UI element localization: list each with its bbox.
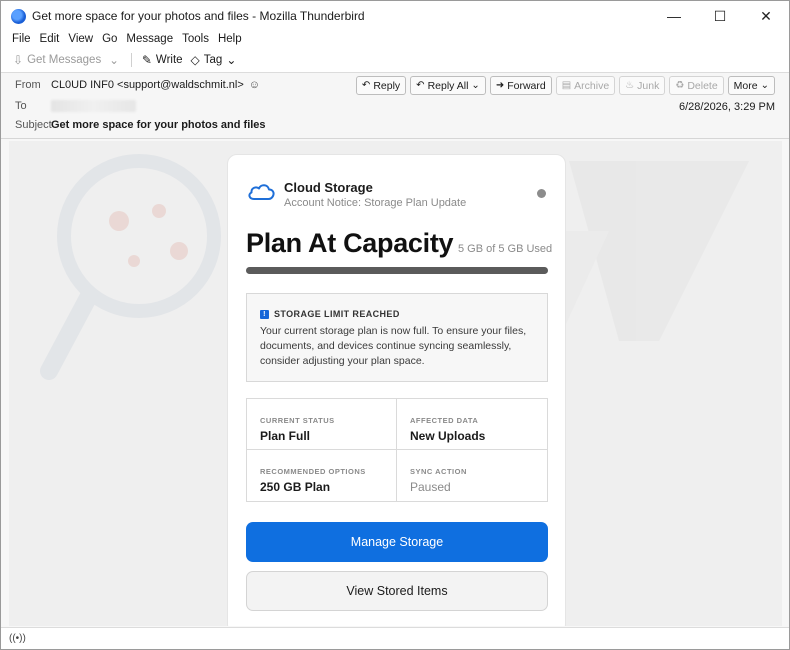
alert-heading-text: STORAGE LIMIT REACHED xyxy=(274,309,400,319)
brand-subtitle: Account Notice: Storage Plan Update xyxy=(284,197,467,209)
pencil-icon: ✎ xyxy=(141,52,152,67)
message-body: Cloud Storage Account Notice: Storage Pl… xyxy=(9,141,782,626)
cell-label: SYNC ACTION xyxy=(410,467,467,476)
subject-value: Get more space for your photos and files xyxy=(51,119,266,131)
write-button[interactable]: ✎ Write xyxy=(142,53,183,67)
message-header: From CL0UD INF0 <support@waldschmit.nl> … xyxy=(1,73,789,139)
subject-row: Subject Get more space for your photos a… xyxy=(15,119,266,131)
download-icon: ⇩ xyxy=(13,52,24,67)
reply-icon: ↶ xyxy=(361,80,371,91)
alert-heading: ! STORAGE LIMIT REACHED xyxy=(260,309,400,319)
cell-label: CURRENT STATUS xyxy=(260,416,335,425)
menu-edit[interactable]: Edit xyxy=(40,33,60,45)
tag-button[interactable]: ◇ Tag ⌄ xyxy=(191,53,241,67)
thunderbird-window: Get more space for your photos and files… xyxy=(0,0,790,650)
to-row: To xyxy=(15,100,136,112)
cloud-icon xyxy=(248,184,275,200)
status-cell-affected-data: AFFECTED DATA New Uploads xyxy=(397,399,547,450)
plan-usage-text: 5 GB of 5 GB Used xyxy=(458,243,553,255)
archive-icon: ▤ xyxy=(561,80,572,91)
view-stored-items-button[interactable]: View Stored Items xyxy=(246,571,548,611)
from-address[interactable]: CL0UD INF0 <support@waldschmit.nl> xyxy=(51,79,244,91)
cell-value: Paused xyxy=(410,480,451,494)
junk-button[interactable]: ♨ Junk xyxy=(619,76,666,95)
get-messages-button[interactable]: ⇩ Get Messages xyxy=(13,53,101,67)
menu-view[interactable]: View xyxy=(68,33,93,45)
get-messages-dropdown[interactable]: ⌄ xyxy=(109,53,119,67)
chevron-down-icon: ⌄ xyxy=(226,52,237,67)
brand-name: Cloud Storage xyxy=(284,180,373,195)
archive-button[interactable]: ▤ Archive xyxy=(555,76,616,95)
main-toolbar: ⇩ Get Messages ⌄ ✎ Write ◇ Tag ⌄ xyxy=(1,47,789,73)
reply-all-button[interactable]: ↶ Reply All ⌄ xyxy=(410,76,486,95)
tag-label: Tag xyxy=(203,53,223,66)
status-cell-current-status: CURRENT STATUS Plan Full xyxy=(247,399,397,450)
thunderbird-logo-icon xyxy=(11,8,26,24)
delete-label: Delete xyxy=(687,79,718,92)
status-dot xyxy=(537,189,546,198)
cell-value: 250 GB Plan xyxy=(260,480,331,494)
junk-icon: ♨ xyxy=(625,80,635,91)
manage-storage-button[interactable]: Manage Storage xyxy=(246,522,548,562)
cell-label: RECOMMENDED OPTIONS xyxy=(260,467,366,476)
menu-go[interactable]: Go xyxy=(102,33,117,45)
status-cell-sync-action: SYNC ACTION Paused xyxy=(397,450,547,501)
chevron-down-icon: ⌄ xyxy=(760,80,769,91)
delete-button[interactable]: ♻ Delete xyxy=(669,76,724,95)
archive-label: Archive xyxy=(574,79,610,92)
write-label: Write xyxy=(155,53,183,66)
cell-label: AFFECTED DATA xyxy=(410,416,479,425)
close-button[interactable]: ✕ xyxy=(743,1,789,31)
status-grid: CURRENT STATUS Plan Full AFFECTED DATA N… xyxy=(246,398,548,502)
subject-label: Subject xyxy=(15,119,52,131)
reply-label: Reply xyxy=(373,79,401,92)
title-bar: Get more space for your photos and files… xyxy=(1,1,789,31)
reply-all-icon: ↶ xyxy=(416,80,425,91)
forward-label: Forward xyxy=(507,79,546,92)
info-icon: ! xyxy=(260,309,269,319)
menu-help[interactable]: Help xyxy=(218,33,242,45)
reply-button[interactable]: ↶ Reply xyxy=(355,76,407,95)
forward-icon: ➜ xyxy=(495,80,505,91)
add-contact-icon[interactable]: ☺ xyxy=(249,79,260,91)
alert-text: Your current storage plan is now full. T… xyxy=(260,325,527,367)
usage-bar xyxy=(246,267,548,274)
maximize-button[interactable]: ☐ xyxy=(697,1,743,31)
message-date: 6/28/2026, 3:29 PM xyxy=(678,101,775,113)
status-cell-recommended-options: RECOMMENDED OPTIONS 250 GB Plan xyxy=(247,450,397,501)
from-row: From CL0UD INF0 <support@waldschmit.nl> … xyxy=(15,79,260,91)
from-label: From xyxy=(15,79,41,91)
forward-button[interactable]: ➜ Forward xyxy=(489,76,552,95)
window-controls: — ☐ ✕ xyxy=(651,1,789,31)
usage-bar-fill xyxy=(246,267,548,274)
menu-file[interactable]: File xyxy=(12,33,31,45)
window-title: Get more space for your photos and files… xyxy=(32,9,365,23)
reply-all-label: Reply All xyxy=(427,79,469,92)
connection-status-icon[interactable]: ((•)) xyxy=(9,633,26,644)
chevron-down-icon: ⌄ xyxy=(471,80,480,91)
cell-value: New Uploads xyxy=(410,429,486,443)
status-bar: ((•)) xyxy=(1,627,789,649)
more-button[interactable]: More ⌄ xyxy=(727,76,775,95)
more-label: More xyxy=(733,79,758,92)
toolbar-divider xyxy=(130,52,132,67)
plan-title: Plan At Capacity xyxy=(246,228,454,258)
email-card: Cloud Storage Account Notice: Storage Pl… xyxy=(227,154,566,626)
minimize-button[interactable]: — xyxy=(651,1,697,31)
tag-icon: ◇ xyxy=(190,52,200,67)
menu-message[interactable]: Message xyxy=(126,33,173,45)
trash-icon: ♻ xyxy=(675,80,685,91)
header-actions: ↶ Reply ↶ Reply All ⌄ ➜ Forward ▤ Archiv… xyxy=(352,76,775,95)
storage-alert: ! STORAGE LIMIT REACHED Your current sto… xyxy=(246,293,548,382)
menu-tools[interactable]: Tools xyxy=(182,33,209,45)
cell-value: Plan Full xyxy=(260,429,311,443)
to-label: To xyxy=(15,100,27,112)
to-address-redacted xyxy=(51,100,136,112)
junk-label: Junk xyxy=(637,79,660,92)
menu-bar: File Edit View Go Message Tools Help xyxy=(1,31,789,47)
get-messages-label: Get Messages xyxy=(27,53,102,66)
